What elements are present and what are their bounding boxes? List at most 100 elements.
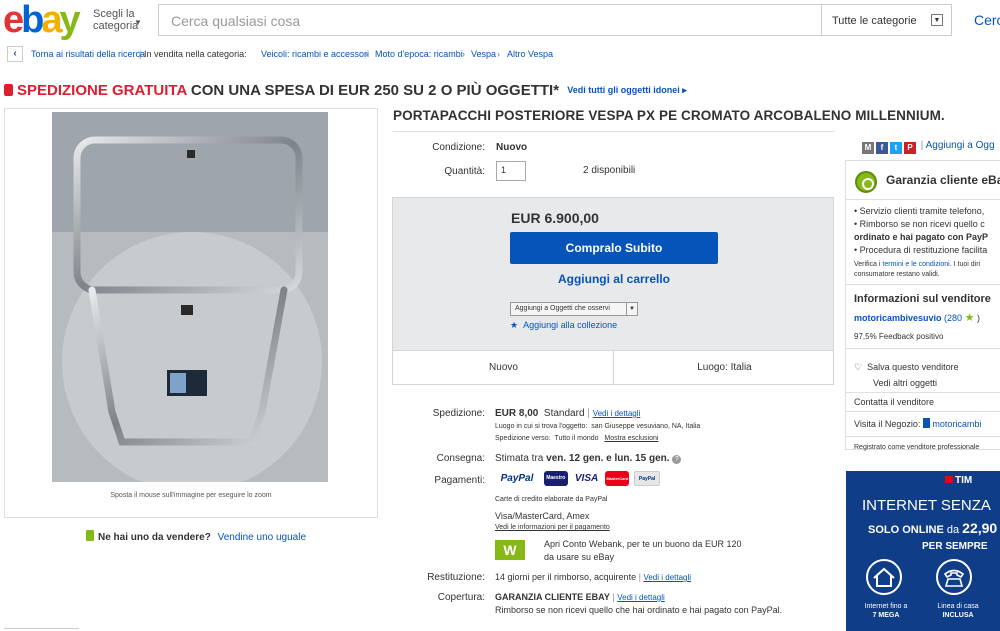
back-arrow-icon[interactable]: ‹ [7,46,23,62]
show-exclusions-link[interactable]: Mostra esclusioni [604,435,658,442]
condition-summary: Nuovo [489,362,518,373]
coverage-details-link[interactable]: Vedi i dettagli [617,593,665,602]
divider [393,131,834,132]
star-icon: ★ [510,320,519,330]
contact-seller-link[interactable]: Contatta il venditore [854,397,934,407]
location-summary: Luogo: Italia [697,362,752,373]
share-bar: MftP | Aggiungi a Ogg [862,140,995,154]
tim-advertisement[interactable]: TIM INTERNET SENZA SOLO ONLINE da 22,90 … [846,471,1000,631]
dropdown-arrow-icon: ▼ [626,303,637,315]
add-to-watchlist-link[interactable]: Aggiungi a Ogg [926,140,995,151]
registered-note: Registrato come venditore professionale [854,444,980,451]
buy-now-button[interactable]: Compralo Subito [510,232,718,264]
payments-label: Pagamenti: [434,475,485,486]
shipping-promo-banner: SPEDIZIONE GRATUITA CON UNA SPESA DI EUR… [4,79,687,101]
image-gallery: Sposta il mouse sull'immagine per esegui… [4,108,378,518]
terms-link[interactable]: termini e le condizioni [882,261,949,268]
other-items-link[interactable]: Vedi altri oggetti [873,378,937,388]
rack-image [52,112,328,482]
facebook-icon[interactable]: f [876,142,888,154]
available-count: 2 disponibili [583,165,636,176]
returns-details-link[interactable]: Vedi i dettagli [643,573,691,582]
sell-one-like-this-link[interactable]: Vendine uno uguale [218,532,306,543]
guarantee-point: • Procedura di restituzione facilita [854,245,988,255]
chevron-right-icon: › [462,49,465,59]
chevron-right-icon: › [497,49,500,59]
buy-box: EUR 6.900,00 Compralo Subito Aggiungi al… [392,197,834,351]
ad-forever: PER SEMPRE [922,541,988,552]
webank-badge: W [495,540,525,560]
category-select[interactable]: Tutte le categorie ▼ [822,4,952,36]
ships-to: Spedizione verso: Tutto il mondo Mostra … [495,435,659,442]
breadcrumb-item-vintage[interactable]: Moto d'epoca: ricambi [375,44,463,64]
terms-note-2: consumatore restano validi. [854,271,940,278]
seller-info-title: Informazioni sul venditore [854,293,991,305]
see-eligible-items-link[interactable]: Vedi tutti gli oggetti idonei ▸ [567,85,687,95]
heart-icon: ♡ [854,362,863,372]
ad-caption-internet: Internet fino a7 MEGA [864,603,908,619]
divider [846,348,1000,349]
webank-offer-link-2[interactable]: da usare su eBay [544,552,614,562]
add-to-collection-link[interactable]: ★ Aggiungi alla collezione [510,320,617,331]
breadcrumb-item-vespa[interactable]: Vespa [471,44,496,64]
ebay-logo[interactable]: ebay [3,1,81,39]
webank-offer-link[interactable]: Apri Conto Webank, per te un buono da EU… [544,539,741,549]
add-to-cart-button[interactable]: Aggiungi al carrello [510,272,718,286]
twitter-icon[interactable]: t [890,142,902,154]
coverage-label: Copertura: [437,592,485,603]
zoom-caption: Sposta il mouse sull'immagine per esegui… [110,492,272,499]
guarantee-point: • Servizio clienti tramite telefono, [854,206,985,216]
save-seller-link[interactable]: ♡ Salva questo venditore [854,362,959,373]
shipping-details-link[interactable]: Vedi i dettagli [593,409,641,418]
chevron-right-icon: › [365,49,368,59]
chevron-down-icon: ▼ [134,18,142,27]
product-photo[interactable] [52,112,328,482]
ad-headline: INTERNET SENZA [862,497,991,514]
coverage-title: GARANZIA CLIENTE EBAY | Vedi i dettagli [495,592,665,602]
phone-icon [936,559,972,595]
seller-line: motoricambivesuvio (280 ★ ) [854,312,980,324]
cards-note: Carte di credito elaborate da PayPal [495,496,608,503]
info-icon[interactable]: ? [672,455,682,464]
visa-logo: VISA [574,473,599,484]
seller-name-link[interactable]: motoricambivesuvio [854,313,942,323]
house-wifi-icon [866,559,902,595]
returns-label: Restituzione: [427,572,485,583]
back-to-results-link[interactable]: Torna ai risultati della ricerca [31,44,145,64]
item-title: PORTAPACCHI POSTERIORE VESPA PX PE CROMA… [393,108,945,123]
mastercard-logo: MasterCard [605,471,630,486]
payment-logos: PayPal Maestro VISA MasterCard PayPal [495,471,662,486]
quantity-input[interactable]: 1 [496,161,526,181]
guarantee-point: • Rimborso se non ricevi quello c [854,219,985,229]
returns-value: 14 giorni per il rimborso, acquirente | … [495,572,692,582]
price: EUR 6.900,00 [511,210,599,226]
guarantee-point: ordinato e hai pagato con PayP [854,232,989,242]
guarantee-shield-icon [855,171,877,193]
shipping-line: EUR 8,00 Standard | Vedi i dettagli [495,408,641,419]
delivery-estimate: Stimata tra ven. 12 gen. e lun. 15 gen. … [495,453,682,464]
star-icon: ★ [964,312,975,324]
payment-info-link[interactable]: Vedi le informazioni per il pagamento [495,524,610,531]
search-button[interactable]: Cerca [960,4,1000,36]
visit-store: Visita il Negozio: motoricambi [854,418,982,429]
shipping-label: Spedizione: [432,408,485,419]
feedback-score[interactable]: (280 [944,313,962,323]
dropdown-arrow-icon: ▼ [931,14,943,26]
watch-select[interactable]: Aggiungi a Oggetti che osservi ▼ [510,302,638,316]
breadcrumb-item-other-vespa[interactable]: Altro Vespa [507,44,553,64]
guarantee-title: Garanzia cliente eBay [886,173,1000,187]
divider [846,392,1000,393]
category-button[interactable]: Scegli la categoria ▼ [93,8,142,32]
condition-location-bar: Nuovo Luogo: Italia [392,351,834,385]
breadcrumb-item-vehicles[interactable]: Veicoli: ricambi e accessori [261,44,369,64]
accepted-cards: Visa/MasterCard, Amex [495,511,590,521]
condition-value: Nuovo [496,142,528,153]
email-icon[interactable]: M [862,142,874,154]
search-input[interactable]: Cerca qualsiasi cosa [158,4,822,36]
store-link[interactable]: motoricambi [932,419,981,429]
pinterest-icon[interactable]: P [904,142,916,154]
condition-label: Condizione: [432,142,485,153]
paypal-card-logo: PayPal [634,471,661,486]
positive-feedback: 97,5% Feedback positivo [854,332,944,341]
header: ebay Scegli la categoria ▼ Cerca qualsia… [0,0,1000,40]
